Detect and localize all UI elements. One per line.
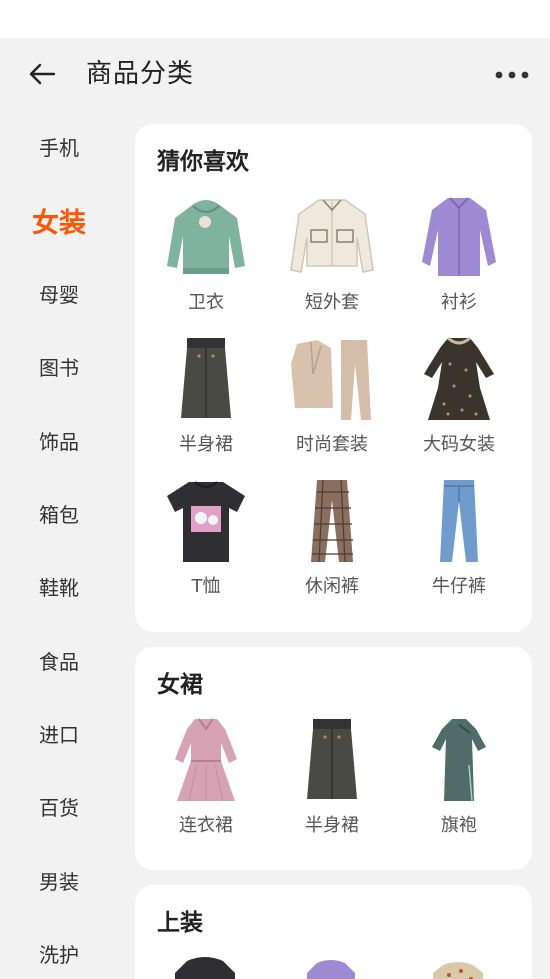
product-item-half-skirt[interactable]: 半身裙	[269, 715, 395, 845]
sidebar-item-bags[interactable]: 箱包	[0, 488, 118, 538]
more-icon	[495, 71, 529, 79]
shirt-icon	[422, 197, 496, 276]
section-title: 女裙	[157, 672, 203, 698]
sidebar-item-toiletries[interactable]: 洗护	[0, 928, 118, 978]
skirt-icon	[307, 719, 357, 799]
jacket-icon	[290, 199, 374, 273]
section-card-guess-you-like: 猜你喜欢 卫衣 短外套 衬衫 半身裙 时尚套装 大码女装 T恤 休闲裤 牛仔裤	[135, 124, 532, 632]
section-title: 猜你喜欢	[157, 149, 249, 175]
tshirt-icon	[167, 481, 245, 562]
suit-icon	[291, 340, 371, 420]
sidebar-item-shoes[interactable]: 鞋靴	[0, 561, 118, 611]
page-title: 商品分类	[86, 59, 195, 89]
product-label: 半身裙	[179, 434, 233, 455]
back-arrow-icon	[29, 63, 56, 85]
product-label: 休闲裤	[305, 576, 359, 597]
more-button[interactable]	[492, 60, 532, 90]
product-item-one-piece-dress[interactable]: 连衣裙	[143, 715, 269, 845]
dress-icon	[424, 336, 494, 420]
product-label: 大码女装	[423, 434, 495, 455]
category-sidebar: 手机 女装 母婴 图书 饰品 箱包 鞋靴 食品 进口 百货 男装 洗护	[0, 110, 118, 979]
section-card-dresses: 女裙 连衣裙 半身裙 旗袍	[135, 647, 532, 870]
sidebar-item-mens-clothing[interactable]: 男装	[0, 855, 118, 905]
product-label: 旗袍	[441, 815, 477, 836]
product-label: 时尚套装	[296, 434, 368, 455]
product-label: 连衣裙	[179, 815, 233, 836]
section-title: 上装	[157, 910, 203, 936]
product-item-fashion-suit[interactable]: 时尚套装	[269, 334, 395, 464]
sidebar-item-general-goods[interactable]: 百货	[0, 781, 118, 831]
sidebar-item-phone[interactable]: 手机	[0, 121, 118, 171]
qipao-icon	[432, 719, 486, 802]
product-item-hoodie[interactable]: 卫衣	[143, 192, 269, 322]
sidebar-item-food[interactable]: 食品	[0, 635, 118, 685]
product-item-tshirt[interactable]: T恤	[143, 476, 269, 606]
product-label: 牛仔裤	[432, 576, 486, 597]
back-button[interactable]	[22, 56, 62, 92]
sidebar-item-books[interactable]: 图书	[0, 341, 118, 391]
hoodie-icon	[167, 200, 245, 274]
pants-icon	[311, 479, 353, 563]
jeans-icon	[440, 480, 478, 562]
shirt-icon	[307, 960, 355, 979]
sidebar-item-baby[interactable]: 母婴	[0, 268, 118, 318]
product-label: 半身裙	[305, 815, 359, 836]
product-item-casual-pants[interactable]: 休闲裤	[269, 476, 395, 606]
skirt-icon	[181, 338, 231, 418]
product-label: 衬衫	[441, 292, 477, 313]
product-item-shirt[interactable]: 衬衫	[396, 192, 522, 322]
product-label: T恤	[191, 576, 221, 597]
product-item-plus-size[interactable]: 大码女装	[396, 334, 522, 464]
sidebar-item-accessories[interactable]: 饰品	[0, 415, 118, 465]
tshirt-icon	[175, 957, 235, 979]
sidebar-item-imports[interactable]: 进口	[0, 708, 118, 758]
status-bar	[0, 0, 550, 38]
product-label: 卫衣	[188, 292, 224, 313]
product-item-half-skirt[interactable]: 半身裙	[143, 334, 269, 464]
product-item-jeans[interactable]: 牛仔裤	[396, 476, 522, 606]
product-label: 短外套	[305, 292, 359, 313]
blouse-icon	[433, 962, 483, 979]
sidebar-item-womens-clothing[interactable]: 女装	[0, 195, 118, 245]
section-card-tops: 上装	[135, 885, 532, 979]
product-item-qipao[interactable]: 旗袍	[396, 715, 522, 845]
dress-icon	[175, 718, 237, 802]
nav-bar: 商品分类	[0, 38, 550, 110]
product-item-short-jacket[interactable]: 短外套	[269, 192, 395, 322]
